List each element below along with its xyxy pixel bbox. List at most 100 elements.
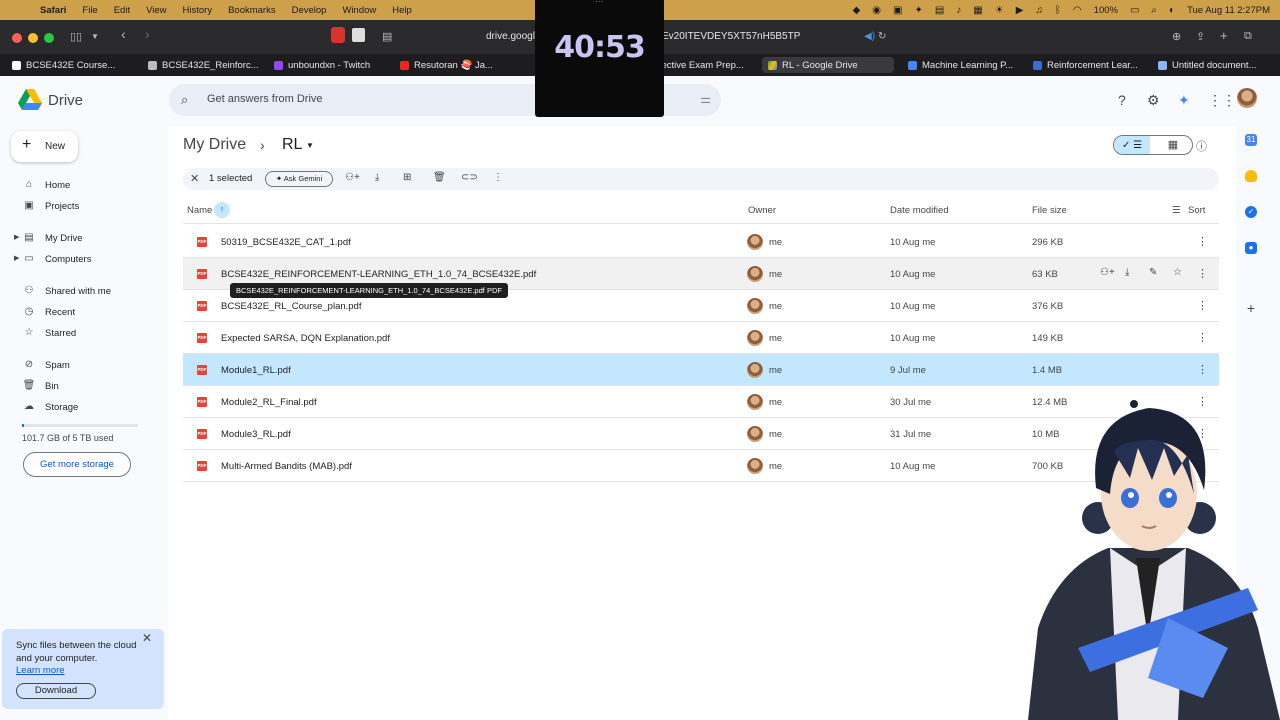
learn-more-link[interactable]: Learn more: [16, 665, 65, 676]
menu-view[interactable]: View: [146, 5, 166, 16]
column-owner-header[interactable]: Owner: [748, 205, 776, 216]
menubar-clock[interactable]: Tue Aug 11 2:27PM: [1187, 5, 1270, 16]
clear-selection-icon[interactable]: ✕: [190, 172, 199, 185]
tab-item[interactable]: BCSE432E_Reinforc...: [148, 57, 258, 73]
menu-help[interactable]: Help: [392, 5, 412, 16]
more-actions-icon[interactable]: ⋮: [1197, 331, 1208, 344]
sidebar-item-shared-with-me[interactable]: ⚇ Shared with me: [0, 283, 160, 301]
menu-file[interactable]: File: [82, 5, 97, 16]
minimize-window-button[interactable]: [28, 33, 38, 43]
menu-history[interactable]: History: [183, 5, 213, 16]
download-icon[interactable]: ⤓: [375, 172, 379, 183]
tray-wifi-icon[interactable]: ◠: [1073, 5, 1082, 16]
file-name[interactable]: Module3_RL.pdf: [221, 429, 291, 440]
back-icon[interactable]: ‹: [121, 26, 126, 42]
reload-icon[interactable]: ↻: [878, 31, 886, 42]
column-date-header[interactable]: Date modified: [890, 205, 949, 216]
menu-window[interactable]: Window: [342, 5, 376, 16]
extension-page-icon[interactable]: [352, 28, 365, 42]
share-icon[interactable]: ⇪: [1196, 30, 1205, 43]
tab-item-active[interactable]: RL - Google Drive: [762, 57, 894, 73]
get-more-storage-button[interactable]: Get more storage: [23, 452, 131, 477]
product-name[interactable]: Drive: [48, 92, 83, 109]
address-bar[interactable]: drive.google Ev20ITEVDEY5XT57nH5B5TP ◀) …: [470, 25, 894, 49]
more-actions-icon[interactable]: ⋮: [1197, 267, 1208, 280]
tray-bell-icon[interactable]: ♪: [956, 5, 961, 16]
tab-item[interactable]: Untitled document...: [1158, 57, 1274, 73]
column-size-header[interactable]: File size: [1032, 205, 1067, 216]
new-button[interactable]: + New: [11, 131, 78, 162]
sidebar-item-projects[interactable]: ▣ Projects: [0, 198, 160, 216]
more-actions-icon[interactable]: ⋮: [493, 172, 503, 183]
star-icon[interactable]: ☆: [1173, 267, 1182, 278]
tray-brightness-icon[interactable]: ☀: [995, 5, 1004, 16]
sidebar-item-starred[interactable]: ☆ Starred: [0, 325, 160, 343]
rename-pencil-icon[interactable]: ✎: [1149, 267, 1157, 278]
ask-gemini-button[interactable]: ✦ Ask Gemini: [265, 171, 333, 187]
table-row[interactable]: PDF Expected SARSA, DQN Explanation.pdf me…: [183, 322, 1219, 354]
more-actions-icon[interactable]: ⋮: [1197, 299, 1208, 312]
tray-grid-icon[interactable]: ▦: [973, 5, 982, 16]
tab-overview-icon[interactable]: ⧉: [1244, 30, 1252, 43]
battery-icon[interactable]: ▭: [1130, 5, 1139, 16]
control-center-icon[interactable]: ◐: [1169, 5, 1175, 16]
tray-shield-icon[interactable]: ◆: [853, 5, 861, 16]
contacts-icon[interactable]: ●: [1245, 242, 1257, 254]
sort-button[interactable]: Sort: [1188, 205, 1205, 216]
add-addon-icon[interactable]: +: [1245, 301, 1257, 315]
zoom-window-button[interactable]: [44, 33, 54, 43]
help-icon[interactable]: ?: [1118, 92, 1126, 108]
list-view-button[interactable]: ✓ ☰: [1114, 136, 1150, 154]
share-person-icon[interactable]: ⚇+: [345, 172, 360, 183]
folder-menu-caret-icon[interactable]: ▼: [306, 141, 314, 150]
menu-develop[interactable]: Develop: [292, 5, 327, 16]
calendar-icon[interactable]: 31: [1245, 134, 1257, 146]
tray-sparkle-icon[interactable]: ✦: [914, 5, 922, 16]
file-name[interactable]: Multi-Armed Bandits (MAB).pdf: [221, 461, 352, 472]
sort-icon[interactable]: ☰: [1172, 205, 1181, 216]
menu-app-safari[interactable]: Safari: [40, 5, 66, 16]
keep-icon[interactable]: [1245, 170, 1257, 182]
tray-play-icon[interactable]: ▶: [1016, 5, 1024, 16]
tray-headphones-icon[interactable]: ♫: [1035, 5, 1043, 16]
table-row[interactable]: PDF Module1_RL.pdf me 9 Jul me 1.4 MB ⋮: [183, 354, 1219, 386]
new-tab-icon[interactable]: +: [1220, 28, 1228, 43]
tab-item[interactable]: Resutoran 🍣 Ja...: [400, 57, 518, 73]
sidebar-item-storage[interactable]: ☁ Storage: [0, 399, 160, 417]
spotlight-search-icon[interactable]: ⌕: [1151, 5, 1157, 16]
sidebar-item-recent[interactable]: ◷ Recent: [0, 304, 160, 322]
file-name[interactable]: 50319_BCSE432E_CAT_1.pdf: [221, 237, 351, 248]
delete-icon[interactable]: 🗑: [433, 172, 446, 183]
expand-caret-icon[interactable]: ▶: [14, 233, 19, 241]
breadcrumb-my-drive[interactable]: My Drive: [183, 136, 246, 154]
tab-item[interactable]: unboundxn - Twitch: [274, 57, 384, 73]
menu-edit[interactable]: Edit: [114, 5, 130, 16]
more-actions-icon[interactable]: ⋮: [1197, 363, 1208, 376]
sidebar-item-my-drive[interactable]: ▶ ▤ My Drive: [0, 230, 160, 248]
tab-item[interactable]: Effective Exam Prep...: [650, 57, 756, 73]
timer-overlay[interactable]: ... 40:53: [535, 0, 664, 117]
sidebar-toggle-icon[interactable]: ▯▯: [70, 30, 82, 43]
tasks-icon[interactable]: ✓: [1245, 206, 1257, 218]
gemini-icon[interactable]: ✦: [1178, 92, 1190, 109]
apps-grid-icon[interactable]: ⋮⋮: [1208, 92, 1236, 109]
tab-item[interactable]: Reinforcement Lear...: [1033, 57, 1145, 73]
forward-icon[interactable]: ›: [145, 26, 150, 42]
sidebar-item-computers[interactable]: ▶ ▭ Computers: [0, 251, 160, 269]
move-to-folder-icon[interactable]: ⊞: [403, 172, 411, 183]
account-avatar[interactable]: [1237, 88, 1257, 108]
settings-gear-icon[interactable]: ⚙: [1147, 92, 1160, 109]
tab-item[interactable]: Machine Learning P...: [908, 57, 1018, 73]
menu-bookmarks[interactable]: Bookmarks: [228, 5, 276, 16]
close-icon[interactable]: ✕: [142, 631, 152, 645]
tray-app-icon[interactable]: ◉: [872, 5, 881, 16]
reader-icon[interactable]: ▤: [382, 30, 392, 43]
timer-menu-dots[interactable]: ...: [595, 0, 603, 5]
file-name[interactable]: BCSE432E_REINFORCEMENT-LEARNING_ETH_1.0_…: [221, 269, 536, 280]
tab-item[interactable]: BCSE432E Course...: [12, 57, 132, 73]
details-info-icon[interactable]: ⓘ: [1196, 138, 1207, 154]
search-options-icon[interactable]: ⚌: [700, 92, 711, 106]
sidebar-item-spam[interactable]: ⊘ Spam: [0, 357, 160, 375]
downloads-icon[interactable]: ⊕: [1172, 30, 1181, 43]
sort-ascending-arrow-icon[interactable]: ↑: [214, 202, 230, 218]
